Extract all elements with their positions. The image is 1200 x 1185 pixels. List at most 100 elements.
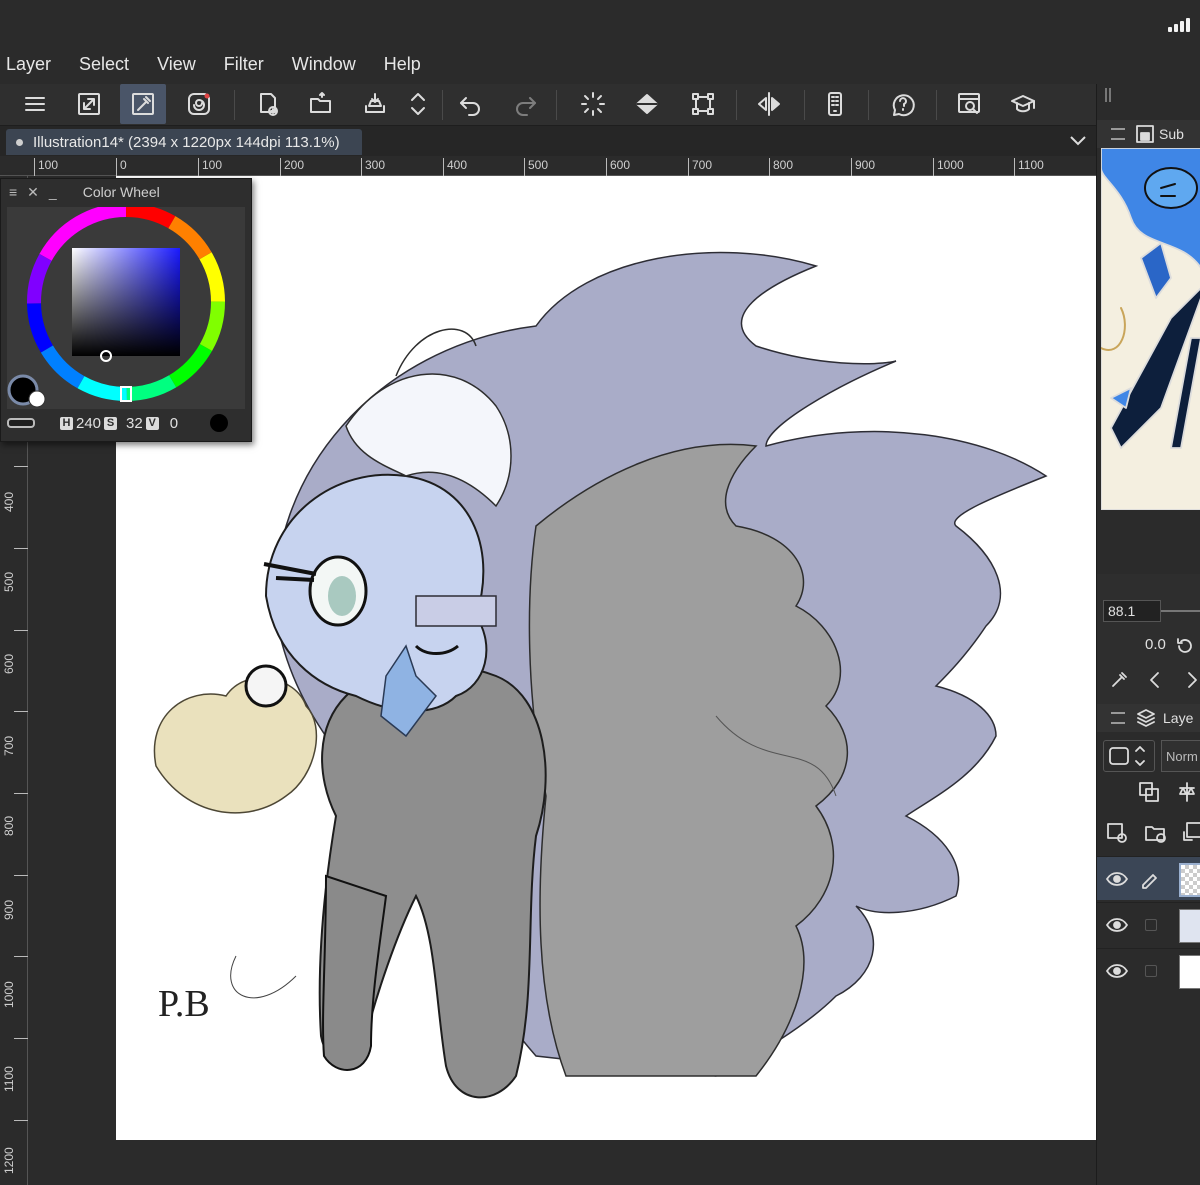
sub-view-preview[interactable] [1101,148,1200,510]
search-tool-icon[interactable] [946,84,992,124]
ruler-top-label: 800 [769,158,793,176]
new-raster-layer-icon[interactable] [1105,820,1129,844]
menu-help[interactable]: Help [384,54,421,75]
ruler-left-label: 700 [2,735,16,756]
command-bar [0,84,1096,126]
menu-layer[interactable]: Layer [6,54,51,75]
loading-spinner-icon[interactable] [570,84,616,124]
signal-strength-icon [1168,18,1190,32]
minimize-icon[interactable]: _ [49,184,57,200]
sub-view-title: Sub [1159,126,1184,142]
fit-screen-icon[interactable] [66,84,112,124]
ruler-left-label: 1100 [2,1066,16,1092]
navigator-panel: 88.1 0.0 [1097,574,1200,704]
eye-icon[interactable] [1105,961,1129,981]
ruler-top-label: 500 [524,158,548,176]
sub-view-icon[interactable] [1135,124,1155,144]
ruler-top-label: 1000 [933,158,964,176]
blend-mode-select[interactable]: Norm [1161,740,1200,772]
menu-icon[interactable] [12,84,58,124]
layer-row[interactable] [1097,902,1200,946]
document-tab-bar: Illustration14* (2394 x 1220px 144dpi 11… [0,126,1096,156]
layer-thumbnail [1179,863,1200,897]
layer-row[interactable] [1097,856,1200,900]
learn-icon[interactable] [1000,84,1046,124]
sub-color-swatch[interactable] [28,390,46,408]
menu-filter[interactable]: Filter [224,54,264,75]
menu-view[interactable]: View [157,54,196,75]
layer-row[interactable] [1097,948,1200,992]
v-value[interactable]: 0 [170,415,178,432]
chevron-down-icon[interactable] [1068,132,1088,150]
layer-panel-header: Laye [1097,704,1200,732]
eyedropper-settings-icon[interactable] [120,84,166,124]
document-tab[interactable]: Illustration14* (2394 x 1220px 144dpi 11… [6,129,362,155]
ruler-top-label: 700 [688,158,712,176]
play-icon[interactable] [208,412,230,434]
layer-panel-title: Laye [1163,710,1194,726]
up-down-arrows-icon[interactable] [398,84,438,124]
hsv-readout: H 240 S 32 V 0 [7,409,245,437]
eye-icon[interactable] [1105,869,1129,889]
layer-reference-icon[interactable] [1175,780,1199,804]
dock-grip-icon[interactable] [1105,88,1111,102]
transform-icon[interactable] [680,84,726,124]
help-icon[interactable] [880,84,926,124]
artwork-illustration: P.B [153,251,1048,1099]
h-value[interactable]: 240 [76,415,101,432]
fill-icon[interactable] [624,84,670,124]
layer-checkbox[interactable] [1145,919,1157,931]
ruler-top-label: 200 [280,158,304,176]
smartphone-companion-icon[interactable] [812,84,858,124]
color-wheel-area[interactable] [7,203,245,409]
color-wheel-panel: ≡ ✕ _ Color Wheel H 240 S 32 V 0 [0,178,252,442]
eye-icon[interactable] [1105,915,1129,935]
close-icon[interactable]: ✕ [27,184,39,201]
canvas[interactable]: P.B [116,176,1096,1140]
layer-transfer-icon[interactable] [1181,820,1200,844]
clip-studio-icon[interactable] [176,84,222,124]
right-dock: Sub 88.1 0.0 Laye Norm [1096,84,1200,1185]
ruler-top-label: 400 [443,158,467,176]
s-value[interactable]: 32 [126,415,143,432]
menu-bar: Layer Select View Filter Window Help [0,44,1200,84]
color-wheel-header[interactable]: ≡ ✕ _ Color Wheel [1,179,251,205]
layer-thumbnail [1179,955,1200,989]
pen-edit-icon [1142,874,1157,889]
grip-icon[interactable] [1111,712,1125,724]
undo-icon[interactable] [448,84,494,124]
ruler-top-label: 300 [361,158,385,176]
saturation-value-square[interactable] [72,248,180,356]
new-folder-icon[interactable] [1143,820,1167,844]
layer-clipping-icon[interactable] [1137,780,1161,804]
chevron-right-icon[interactable] [1183,670,1200,690]
rotation-value[interactable]: 0.0 [1145,636,1166,653]
layer-color-dropdown[interactable] [1103,740,1155,772]
menu-select[interactable]: Select [79,54,129,75]
v-tag: V [145,416,159,430]
ruler-left-label: 1200 [2,1147,16,1174]
eyedropper-icon[interactable] [1109,670,1129,690]
transparent-swatch-icon[interactable] [7,418,35,428]
ruler-top: 100 0 100 200 300 400 500 600 700 800 90… [0,156,1096,176]
reset-rotation-icon[interactable] [1175,636,1195,656]
zoom-field[interactable]: 88.1 [1103,600,1161,622]
grip-icon[interactable]: ≡ [9,184,17,200]
new-canvas-icon[interactable] [244,84,290,124]
ruler-top-label: 100 [198,158,222,176]
grip-icon[interactable] [1111,128,1125,140]
open-icon[interactable] [298,84,344,124]
flip-horizontal-icon[interactable] [746,84,792,124]
h-tag: H [60,416,73,430]
ruler-top-label: 0 [116,158,127,176]
redo-icon[interactable] [502,84,548,124]
ruler-top-label: 600 [606,158,630,176]
menu-window[interactable]: Window [292,54,356,75]
save-icon[interactable] [352,84,398,124]
chevron-left-icon[interactable] [1145,670,1165,690]
layer-checkbox[interactable] [1145,965,1157,977]
ruler-top-label: 1100 [1014,158,1044,176]
ruler-left-label: 400 [2,491,16,512]
layers-icon[interactable] [1135,707,1157,729]
zoom-slider[interactable] [1161,610,1200,612]
